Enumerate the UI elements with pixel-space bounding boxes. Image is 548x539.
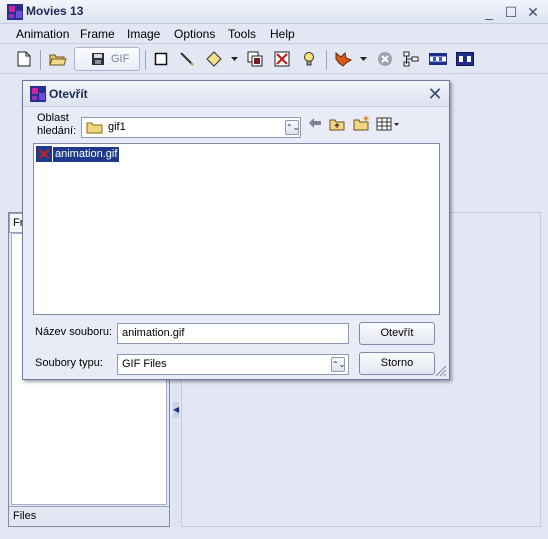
menu-help[interactable]: Help: [270, 27, 295, 41]
divider: [9, 506, 169, 507]
toolbar: GIF: [0, 44, 548, 74]
tree-icon[interactable]: [400, 48, 422, 70]
gif-label: GIF: [111, 53, 130, 65]
look-in-value: gif1: [108, 121, 126, 133]
dialog-title: Otevřít: [49, 87, 88, 101]
window-title: Movies 13: [26, 4, 84, 18]
chevron-down-icon[interactable]: ⌃⌄: [331, 357, 345, 372]
toolbar-separator: [145, 50, 146, 70]
files-label[interactable]: Files: [13, 510, 36, 522]
filename-label: Název souboru:: [35, 326, 113, 338]
filmstrip-icon[interactable]: [427, 48, 449, 70]
new-folder-icon[interactable]: [353, 115, 371, 133]
maximize-button[interactable]: ☐: [500, 2, 522, 22]
app-icon: [30, 86, 46, 102]
gif-file-icon: [36, 146, 52, 162]
fox-icon[interactable]: [332, 48, 354, 70]
collapse-arrow-icon[interactable]: ◀: [173, 402, 179, 418]
folder-icon: [86, 122, 103, 134]
toolbar-separator: [40, 50, 41, 70]
pencil-icon[interactable]: [176, 48, 198, 70]
filetype-label: Soubory typu:: [35, 357, 103, 369]
file-list[interactable]: animation.gif: [33, 143, 440, 315]
menu-bar: Animation Frame Image Options Tools Help: [0, 24, 548, 44]
file-item[interactable]: animation.gif: [36, 146, 120, 162]
menu-animation[interactable]: Animation: [16, 27, 69, 41]
open-dialog: Otevřít ✕ Oblast hledání: gif1 ⌃⌄ animat…: [22, 80, 450, 380]
look-in-label: Oblast hledání:: [37, 112, 77, 137]
stop-icon[interactable]: [374, 48, 396, 70]
app-icon: [7, 4, 23, 20]
look-in-select[interactable]: gif1 ⌃⌄: [81, 117, 301, 138]
save-gif-button[interactable]: GIF: [74, 47, 140, 71]
filetype-value: GIF Files: [122, 358, 167, 370]
menu-frame[interactable]: Frame: [80, 27, 115, 41]
close-button[interactable]: ✕: [522, 2, 544, 22]
menu-options[interactable]: Options: [174, 27, 215, 41]
back-arrow-icon[interactable]: [308, 117, 324, 135]
dropdown-arrow-icon[interactable]: [357, 48, 369, 70]
copy-frames-icon[interactable]: [244, 48, 266, 70]
delete-frame-icon[interactable]: [271, 48, 293, 70]
menu-image[interactable]: Image: [127, 27, 160, 41]
dialog-title-bar[interactable]: Otevřít ✕: [23, 81, 449, 107]
dialog-close-button[interactable]: ✕: [425, 84, 445, 104]
rectangle-icon[interactable]: [150, 48, 172, 70]
open-button[interactable]: Otevřít: [359, 322, 435, 345]
dropdown-arrow-icon[interactable]: [228, 48, 240, 70]
filename-field[interactable]: animation.gif: [117, 323, 349, 344]
menu-tools[interactable]: Tools: [228, 27, 256, 41]
filetype-select[interactable]: GIF Files ⌃⌄: [117, 354, 349, 375]
chevron-down-icon[interactable]: ⌃⌄: [285, 120, 299, 135]
up-folder-icon[interactable]: [329, 117, 347, 135]
open-folder-icon[interactable]: [47, 48, 69, 70]
title-bar[interactable]: Movies 13 _ ☐ ✕: [0, 0, 548, 24]
view-menu-icon[interactable]: [376, 117, 402, 135]
filmstrip-dark-icon[interactable]: [454, 48, 476, 70]
file-item-label: animation.gif: [53, 146, 120, 162]
new-file-icon[interactable]: [13, 48, 35, 70]
resize-grip-icon[interactable]: [433, 363, 447, 377]
minimize-button[interactable]: _: [478, 2, 500, 22]
save-gif-icon: [92, 53, 104, 65]
cancel-button[interactable]: Storno: [359, 352, 435, 375]
light-bulb-icon[interactable]: [298, 48, 320, 70]
diamond-icon[interactable]: [203, 48, 225, 70]
toolbar-separator: [326, 50, 327, 70]
